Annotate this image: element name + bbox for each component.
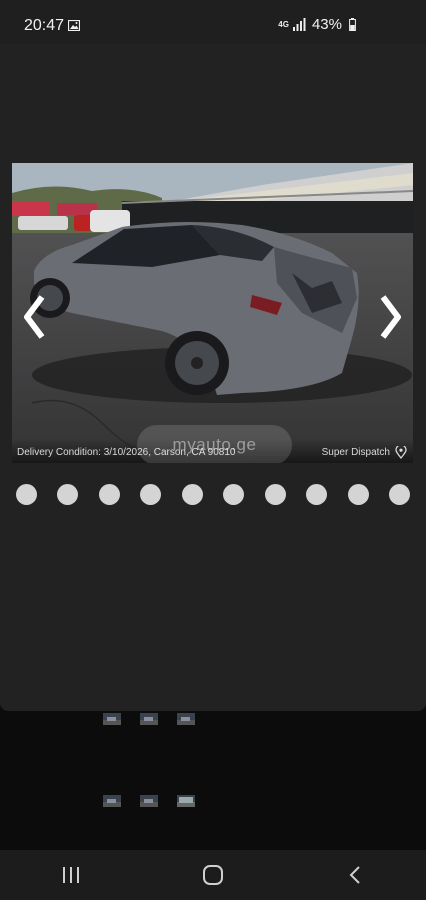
recent-apps-button[interactable] [41,855,101,895]
battery-icon [349,18,356,31]
thumbnail[interactable] [177,713,195,725]
thumbnail[interactable] [140,795,158,807]
home-button[interactable] [183,855,243,895]
back-button[interactable] [325,855,385,895]
chevron-left-icon [24,295,45,339]
thumbnail-row [103,795,195,807]
watermark: myauto.ge [137,425,292,463]
image-viewer-modal: Delivery Condition: 3/10/2026, Carson, C… [0,44,426,711]
signal-icon [292,18,306,31]
status-time: 20:47 [24,17,65,34]
battery-percent: 43% [311,16,342,33]
chevron-right-icon [380,295,401,339]
pagination-dot[interactable] [98,484,120,505]
pagination-dot[interactable] [347,484,369,505]
thumbnail-row [103,713,195,725]
pagination-dot[interactable] [264,484,286,505]
network-type-label: 4G [278,19,289,29]
thumbnail[interactable] [103,713,121,725]
pagination-dot[interactable] [140,484,162,505]
thumbnail[interactable] [103,795,121,807]
back-icon [349,866,360,884]
pagination-dot[interactable] [57,484,79,505]
pagination-dot[interactable] [388,484,410,505]
recent-apps-icon [63,867,79,883]
pagination-dot[interactable] [306,484,328,505]
previous-photo-button[interactable] [17,292,51,342]
map-pin-icon [395,446,407,459]
source-label: Super Dispatch [321,447,390,458]
next-photo-button[interactable] [374,292,408,342]
thumbnail[interactable] [177,795,195,807]
status-indicators: 4G 43% [278,16,356,33]
pagination-dot[interactable] [181,484,203,505]
thumbnail[interactable] [140,713,158,725]
gallery-icon [68,20,80,31]
pagination-dot[interactable] [16,484,37,505]
home-icon [203,865,223,885]
vehicle-photo[interactable]: Delivery Condition: 3/10/2026, Carson, C… [12,163,413,463]
status-bar: 20:47 4G 43% [0,0,426,44]
pagination-dot[interactable] [223,484,245,505]
system-nav-bar [0,850,426,900]
pagination-dots [16,484,410,506]
vehicle-photo-illustration [12,163,413,463]
